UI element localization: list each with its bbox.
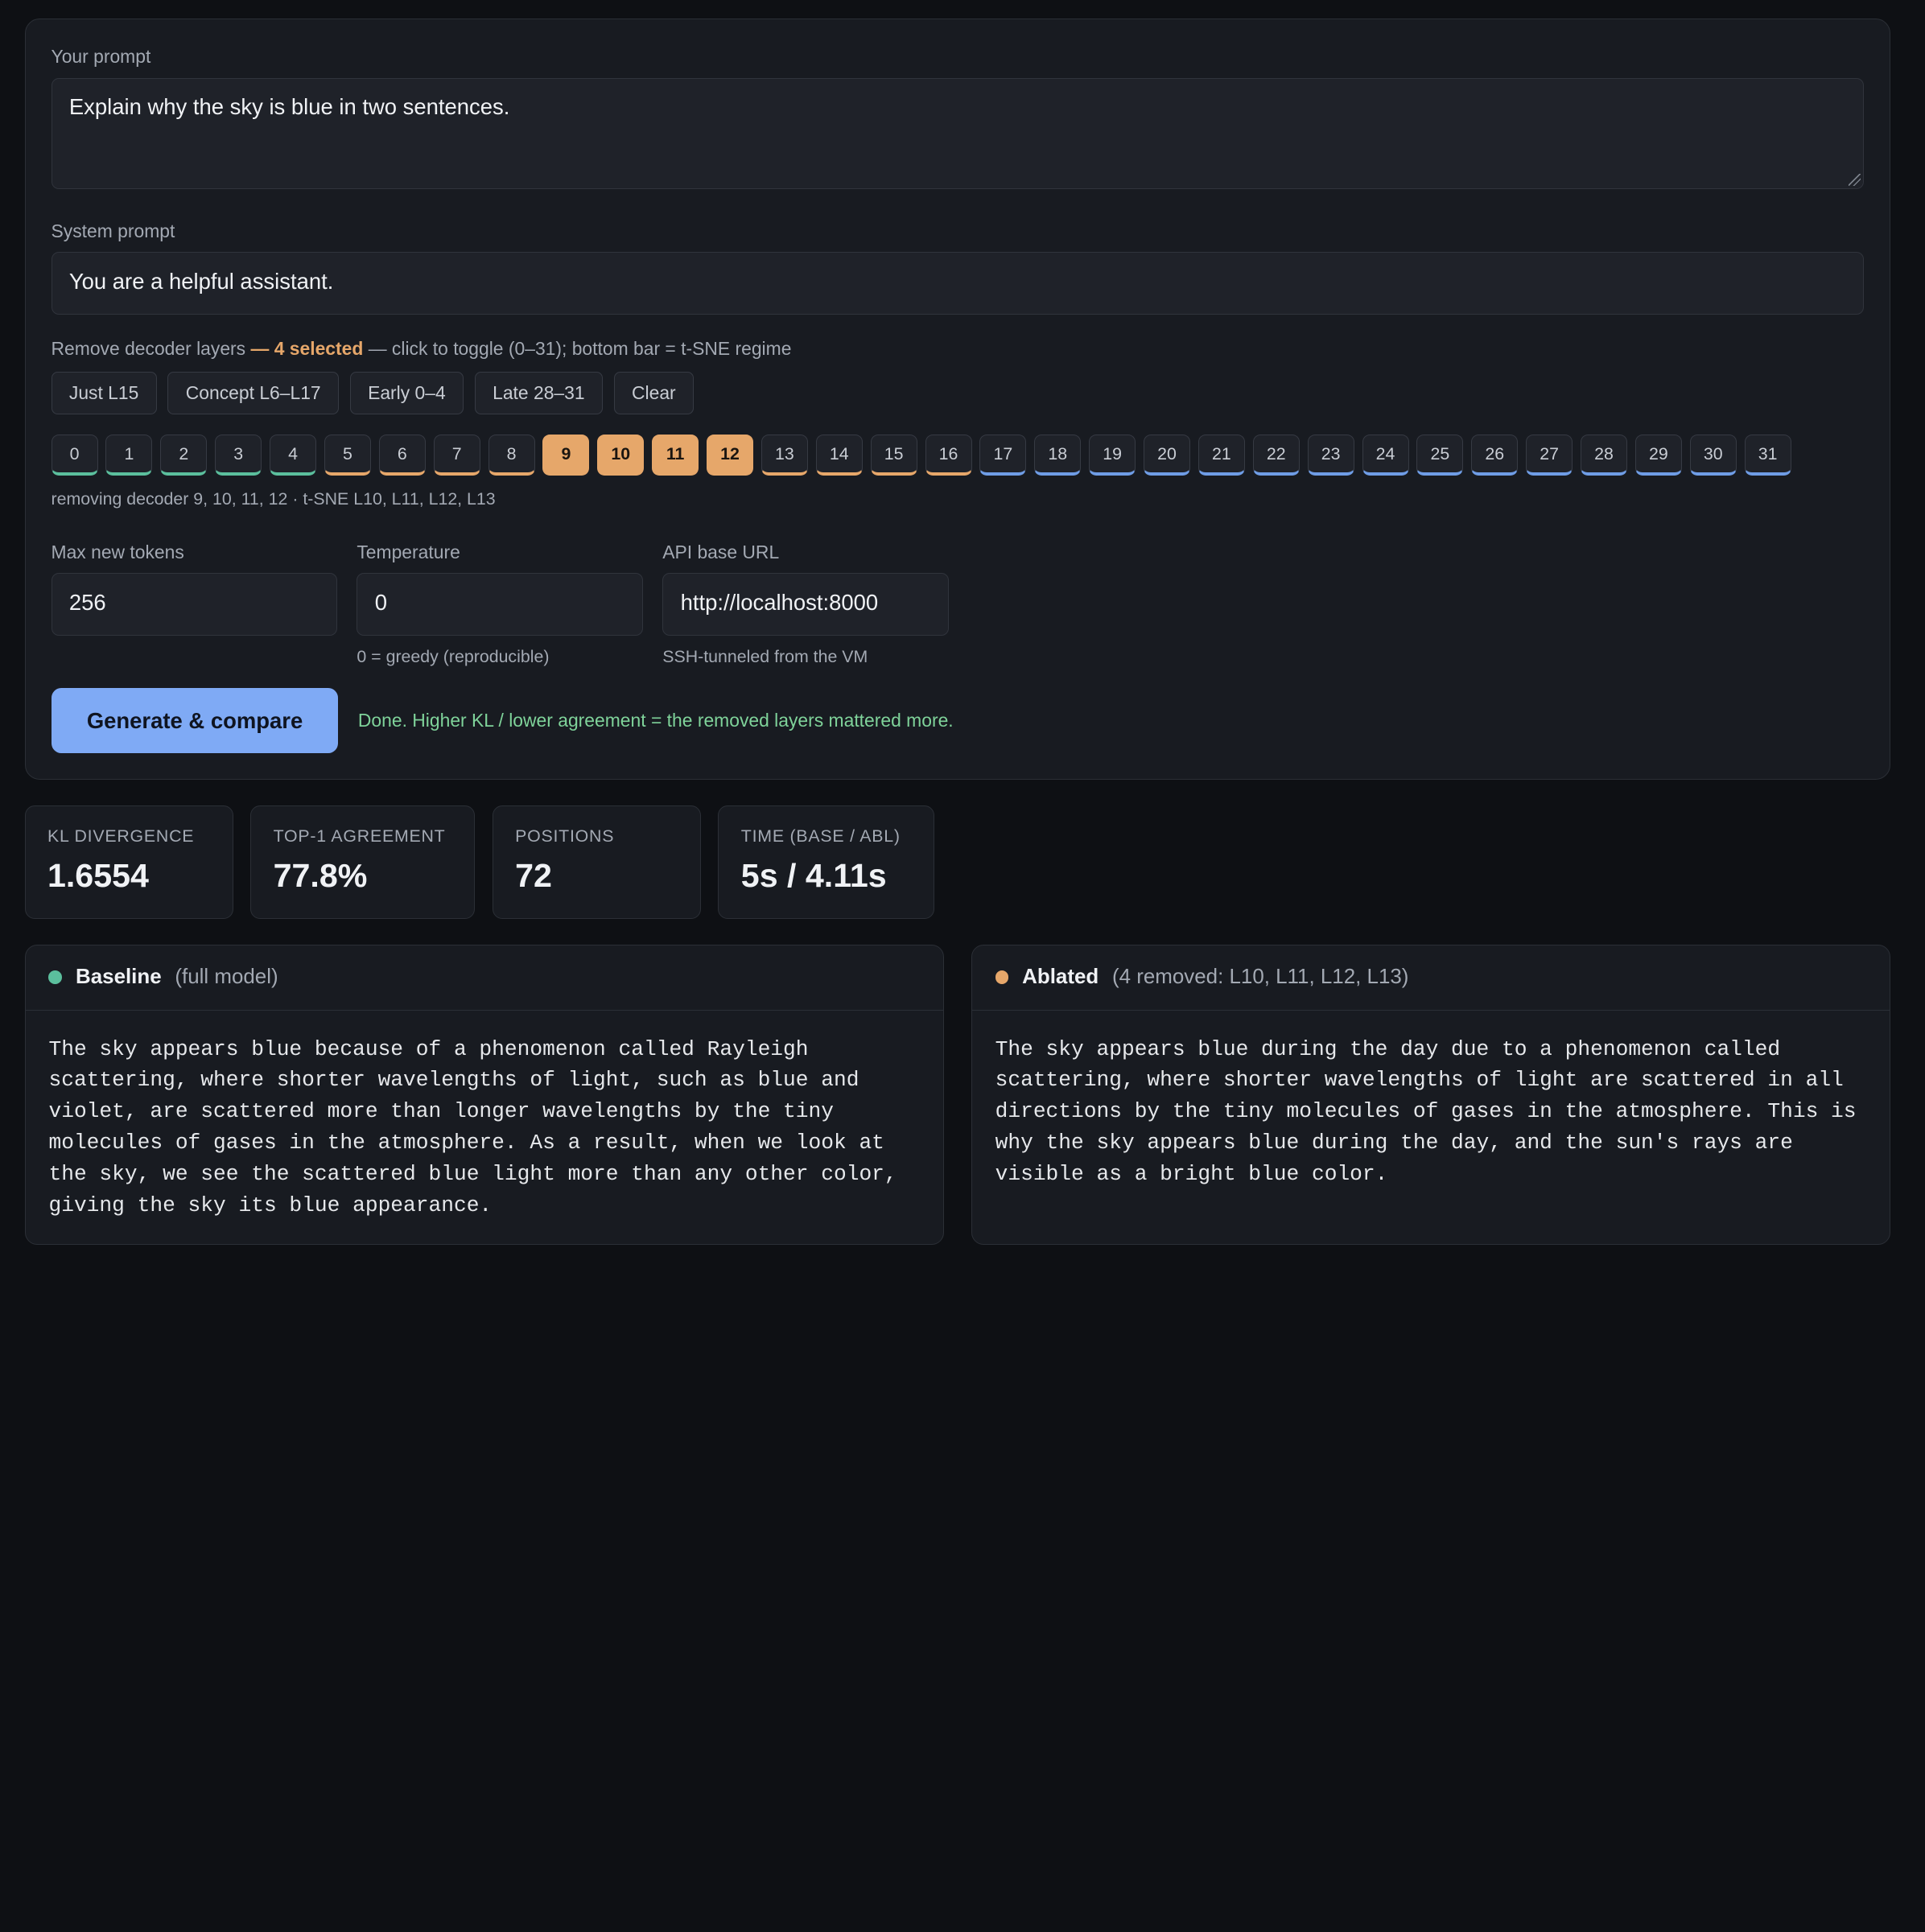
layer-chip-14[interactable]: 14 <box>815 434 863 476</box>
stat-label: KL DIVERGENCE <box>47 826 195 846</box>
layers-caption-suffix: — click to toggle (0–31); bottom bar = t… <box>368 337 792 359</box>
layers-caption-prefix: Remove decoder layers <box>51 337 246 359</box>
stats-row: KL DIVERGENCE 1.6554 TOP-1 AGREEMENT 77.… <box>24 805 1891 919</box>
ablated-title: Ablated <box>1022 966 1099 989</box>
prompt-textarea[interactable]: Explain why the sky is blue in two sente… <box>51 77 1865 190</box>
layer-chip-2[interactable]: 2 <box>160 434 208 476</box>
stat-top1-agreement: TOP-1 AGREEMENT 77.8% <box>250 805 476 919</box>
preset-early-button[interactable]: Early 0–4 <box>349 371 464 415</box>
temperature-label: Temperature <box>357 541 460 562</box>
layer-chip-1[interactable]: 1 <box>105 434 153 476</box>
stat-positions: POSITIONS 72 <box>492 805 701 919</box>
ablated-status-dot-icon <box>995 970 1009 985</box>
baseline-card: Baseline (full model) The sky appears bl… <box>24 944 945 1246</box>
api-base-label: API base URL <box>662 541 780 562</box>
baseline-status-dot-icon <box>48 970 63 985</box>
stat-label: POSITIONS <box>515 826 615 846</box>
preset-clear-button[interactable]: Clear <box>613 371 695 415</box>
layer-chip-26[interactable]: 26 <box>1471 434 1519 476</box>
layer-chip-12[interactable]: 12 <box>707 434 753 476</box>
layer-chip-8[interactable]: 8 <box>488 434 535 476</box>
layer-chip-10[interactable]: 10 <box>597 434 645 476</box>
layer-chip-31[interactable]: 31 <box>1744 434 1791 476</box>
layer-chip-0[interactable]: 0 <box>51 434 98 476</box>
stat-kl-divergence: KL DIVERGENCE 1.6554 <box>24 805 233 919</box>
prompt-label: Your prompt <box>51 46 151 68</box>
layer-chip-21[interactable]: 21 <box>1197 434 1245 476</box>
stat-value: 1.6554 <box>47 857 149 895</box>
comparison-row: Baseline (full model) The sky appears bl… <box>24 944 1891 1246</box>
controls-panel: Your prompt Explain why the sky is blue … <box>24 18 1891 781</box>
stat-value: 5s / 4.11s <box>740 857 887 895</box>
api-base-group: API base URL http://localhost:8000 SSH-t… <box>662 541 949 666</box>
max-tokens-input[interactable]: 256 <box>51 573 337 636</box>
prompt-text: Explain why the sky is blue in two sente… <box>68 94 510 120</box>
stat-time: TIME (BASE / ABL) 5s / 4.11s <box>718 805 934 919</box>
max-tokens-value: 256 <box>68 589 106 615</box>
layer-chip-28[interactable]: 28 <box>1581 434 1627 476</box>
layer-chip-27[interactable]: 27 <box>1526 434 1573 476</box>
layer-chip-15[interactable]: 15 <box>870 434 917 476</box>
stat-value: 77.8% <box>273 857 368 895</box>
layer-chip-19[interactable]: 19 <box>1089 434 1136 476</box>
baseline-header: Baseline (full model) <box>25 945 944 1011</box>
api-base-value: http://localhost:8000 <box>680 589 879 615</box>
temperature-group: Temperature 0 0 = greedy (reproducible) <box>357 541 643 666</box>
stat-value: 72 <box>515 857 552 895</box>
preset-concept-button[interactable]: Concept L6–L17 <box>167 371 339 415</box>
stat-label: TIME (BASE / ABL) <box>740 826 901 846</box>
temperature-input[interactable]: 0 <box>357 573 643 636</box>
ablated-output-text: The sky appears blue during the day due … <box>995 1036 1857 1187</box>
preset-late-button[interactable]: Late 28–31 <box>474 371 603 415</box>
layer-chip-24[interactable]: 24 <box>1362 434 1409 476</box>
layer-chip-23[interactable]: 23 <box>1307 434 1354 476</box>
page: Your prompt Explain why the sky is blue … <box>0 0 1925 1246</box>
layer-chip-16[interactable]: 16 <box>925 434 972 476</box>
layers-selected-count: — 4 selected <box>250 337 364 359</box>
layer-chip-18[interactable]: 18 <box>1034 434 1082 476</box>
api-base-hint: SSH-tunneled from the VM <box>662 646 868 666</box>
system-prompt-text: You are a helpful assistant. <box>68 268 334 294</box>
temperature-hint: 0 = greedy (reproducible) <box>357 646 550 666</box>
generate-compare-button[interactable]: Generate & compare <box>51 688 339 754</box>
stat-label: TOP-1 AGREEMENT <box>273 826 446 846</box>
system-prompt-input[interactable]: You are a helpful assistant. <box>51 251 1865 315</box>
ablated-subtitle: (4 removed: L10, L11, L12, L13) <box>1111 966 1409 989</box>
baseline-subtitle: (full model) <box>175 966 278 989</box>
system-prompt-label: System prompt <box>51 220 175 241</box>
layer-chip-29[interactable]: 29 <box>1634 434 1682 476</box>
layer-chip-6[interactable]: 6 <box>378 434 426 476</box>
temperature-value: 0 <box>374 589 387 615</box>
layers-caption: Remove decoder layers — 4 selected — cli… <box>52 338 1865 360</box>
preset-just-l15-button[interactable]: Just L15 <box>51 371 157 415</box>
params-row: Max new tokens 256 Temperature 0 0 = gre… <box>51 541 1865 666</box>
removing-summary: removing decoder 9, 10, 11, 12 · t-SNE L… <box>51 489 496 509</box>
layer-chip-11[interactable]: 11 <box>652 434 699 476</box>
ablated-header: Ablated (4 removed: L10, L11, L12, L13) <box>971 945 1890 1011</box>
layer-chip-9[interactable]: 9 <box>542 434 590 476</box>
layer-chip-22[interactable]: 22 <box>1252 434 1300 476</box>
max-tokens-label: Max new tokens <box>51 541 184 562</box>
layer-chip-20[interactable]: 20 <box>1144 434 1190 476</box>
max-tokens-group: Max new tokens 256 <box>51 541 337 666</box>
status-message: Done. Higher KL / lower agreement = the … <box>357 710 954 731</box>
resize-grip-icon[interactable] <box>1848 174 1861 187</box>
layer-chip-row: 0 1 2 3 4 5 6 7 8 9 10 11 12 13 14 15 16 17 18 19 20 21 22 23 24… <box>51 434 1865 476</box>
layer-chip-4[interactable]: 4 <box>270 434 316 476</box>
layer-chip-7[interactable]: 7 <box>433 434 480 476</box>
max-tokens-hint <box>52 647 337 666</box>
layer-chip-17[interactable]: 17 <box>979 434 1027 476</box>
preset-buttons: Just L15 Concept L6–L17 Early 0–4 Late 2… <box>51 371 1865 415</box>
layer-chip-30[interactable]: 30 <box>1689 434 1737 476</box>
baseline-output-text: The sky appears blue because of a phenom… <box>48 1036 897 1218</box>
layer-chip-3[interactable]: 3 <box>215 434 262 476</box>
action-row: Generate & compare Done. Higher KL / low… <box>51 688 1865 754</box>
layer-chip-13[interactable]: 13 <box>761 434 808 476</box>
api-base-input[interactable]: http://localhost:8000 <box>662 573 949 636</box>
layer-chip-25[interactable]: 25 <box>1416 434 1464 476</box>
layer-chip-5[interactable]: 5 <box>324 434 371 476</box>
ablated-card: Ablated (4 removed: L10, L11, L12, L13) … <box>971 944 1891 1246</box>
baseline-title: Baseline <box>76 966 162 989</box>
